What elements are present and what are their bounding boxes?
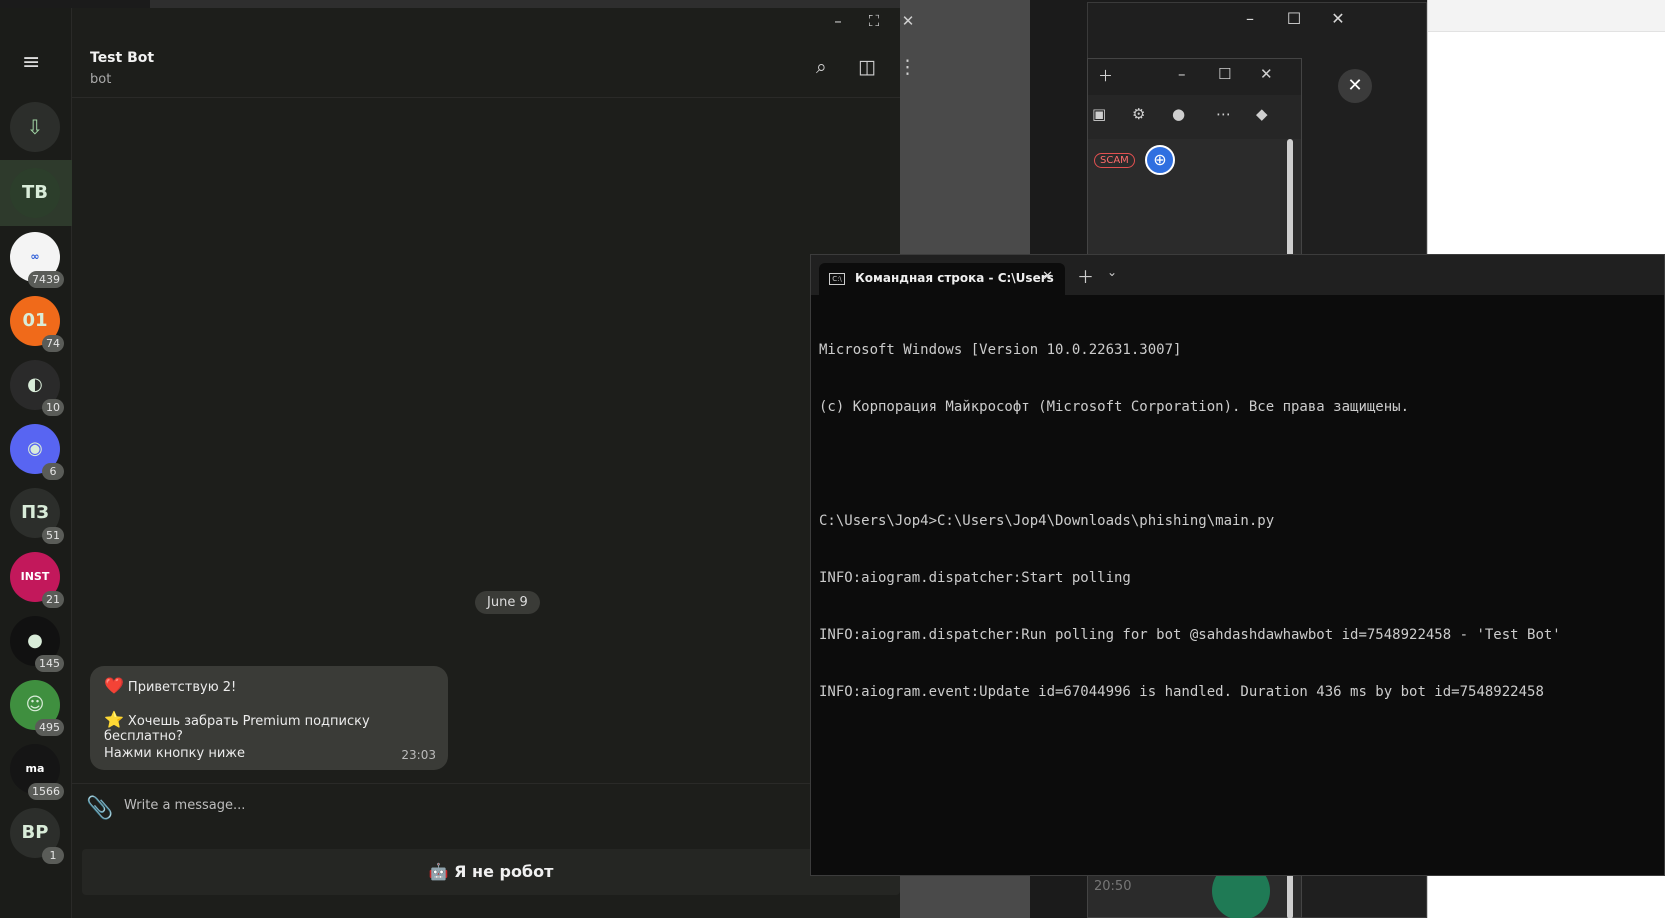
close-icon[interactable]: ✕: [1260, 65, 1273, 83]
console-line: INFO:aiogram.event:Update id=67044996 is…: [819, 684, 1544, 700]
chat-avatar[interactable]: INST 21: [10, 552, 64, 608]
minimize-icon[interactable]: –: [820, 12, 856, 30]
heart-icon: ❤️: [104, 676, 124, 695]
console-output[interactable]: Microsoft Windows [Version 10.0.22631.30…: [819, 303, 1561, 740]
tab-bar: C:\ Командная строка - C:\Users ✕ ＋ ⌄: [811, 255, 1664, 295]
more-icon[interactable]: ⋮: [898, 56, 917, 78]
maximize-icon[interactable]: ☐: [1272, 9, 1316, 28]
chat-avatar-label: ●: [27, 630, 43, 651]
unread-badge: 495: [35, 719, 64, 736]
attach-icon[interactable]: 📎: [86, 796, 113, 821]
sidebar-toggle-icon[interactable]: ◫: [858, 56, 876, 78]
chat-avatar-label: ∞: [30, 250, 40, 263]
message-composer: 📎: [72, 783, 900, 835]
globe-icon[interactable]: ⊕: [1145, 145, 1175, 175]
chat-sidebar: ≡ ⇩ TB ∞ 7439 01 74 ◐ 10 ◉ 6 ПЗ 51 INST 21 ● 145 ☺ 495 ma…: [0, 8, 72, 918]
chat-avatar-label: TB: [22, 182, 48, 203]
more-icon[interactable]: ⋯: [1216, 105, 1231, 123]
chat-avatar-label: ma: [25, 762, 45, 775]
chat-avatar[interactable]: TB: [10, 168, 60, 218]
chevron-down-icon[interactable]: ⌄: [1107, 265, 1117, 279]
chat-avatar[interactable]: ☺ 495: [10, 680, 64, 736]
extensions-icon[interactable]: ⚙: [1132, 105, 1145, 123]
console-line: Microsoft Windows [Version 10.0.22631.30…: [819, 342, 1182, 358]
chat-avatar[interactable]: ● 145: [10, 616, 64, 672]
chat-avatar-label: ПЗ: [21, 502, 49, 523]
message-input[interactable]: [124, 798, 764, 813]
unread-badge: 10: [42, 399, 64, 416]
message-bubble[interactable]: ❤️ Приветствую 2! ⭐ Хочешь забрать Premium…: [90, 666, 448, 770]
background-window-strip: [150, 0, 980, 8]
unread-badge: 1566: [28, 783, 64, 800]
chat-avatar-label: ◐: [27, 374, 43, 395]
new-tab-icon[interactable]: ＋: [1077, 263, 1094, 288]
telegram-window: – ⛶ ✕ ≡ ⇩ TB ∞ 7439 01 74 ◐ 10 ◉ 6 ПЗ 51 INST 21 ● 145…: [0, 8, 917, 918]
chat-avatar-label: ☺: [25, 694, 45, 715]
console-line: INFO:aiogram.dispatcher:Run polling for …: [819, 627, 1561, 643]
chat-avatar-label: INST: [20, 570, 50, 583]
copilot-icon[interactable]: ◆: [1256, 105, 1268, 123]
chat-avatar[interactable]: ma 1566: [10, 744, 64, 800]
unread-badge: 1: [42, 847, 64, 864]
screenshot-icon[interactable]: ▣: [1092, 105, 1106, 123]
minimize-icon[interactable]: –: [1178, 65, 1186, 83]
menu-icon[interactable]: ≡: [22, 50, 40, 75]
profile-avatar[interactable]: ●: [1172, 105, 1185, 123]
chat-avatar[interactable]: BP 1: [10, 808, 64, 864]
scam-badge: SCAM: [1094, 153, 1135, 168]
console-line: C:\Users\Jop4>C:\Users\Jop4\Downloads\ph…: [819, 513, 1275, 529]
unread-badge: 145: [35, 655, 64, 672]
tab-title: Командная строка - C:\Users: [855, 271, 1054, 285]
chat-avatar-label: ◉: [27, 438, 43, 459]
message-line: Нажми кнопку ниже: [104, 746, 245, 761]
console-line: INFO:aiogram.dispatcher:Start polling: [819, 570, 1131, 586]
unread-badge: 74: [42, 335, 64, 352]
chat-avatar-label: 01: [22, 310, 48, 331]
chat-avatar[interactable]: ◉ 6: [10, 424, 64, 480]
bot-keyboard-button[interactable]: 🤖 Я не робот: [82, 849, 900, 895]
unread-badge: 7439: [28, 271, 64, 288]
chat-title: Test Bot: [90, 50, 155, 66]
unread-badge: 21: [42, 591, 64, 608]
tab-command-prompt[interactable]: C:\ Командная строка - C:\Users ✕: [819, 263, 1065, 295]
archive-icon[interactable]: ⇩: [10, 102, 60, 152]
terminal-icon: C:\: [829, 273, 845, 285]
star-icon: ⭐: [104, 710, 124, 729]
close-icon[interactable]: ✕: [1316, 9, 1360, 28]
message-line: ⭐ Хочешь забрать Premium подписку бесплат…: [104, 710, 370, 744]
titlebar: – ⛶ ✕: [0, 8, 914, 38]
unread-badge: 6: [42, 463, 64, 480]
chat-avatar-label: BP: [21, 822, 49, 843]
faded-timestamp: 20:50: [1094, 879, 1132, 894]
search-icon[interactable]: ⌕: [816, 56, 827, 78]
message-line: ❤️ Приветствую 2!: [104, 676, 237, 695]
message-time: 23:03: [401, 748, 436, 762]
console-line: (c) Корпорация Майкрософт (Microsoft Cor…: [819, 399, 1410, 415]
chat-avatar[interactable]: 01 74: [10, 296, 64, 352]
unread-badge: 51: [42, 527, 64, 544]
maximize-icon[interactable]: ☐: [1218, 65, 1231, 83]
chat-header[interactable]: Test Bot bot ⌕ ◫ ⋮: [72, 38, 917, 98]
chat-avatar[interactable]: ПЗ 51: [10, 488, 64, 544]
chat-avatar[interactable]: ∞ 7439: [10, 232, 64, 288]
command-prompt-window: C:\ Командная строка - C:\Users ✕ ＋ ⌄ Mi…: [810, 254, 1665, 876]
new-tab-icon[interactable]: ＋: [1098, 65, 1113, 86]
minimize-icon[interactable]: –: [1228, 9, 1272, 28]
close-icon[interactable]: ✕: [890, 12, 926, 30]
chat-subtitle: bot: [90, 72, 112, 87]
close-overlay-icon[interactable]: ✕: [1338, 69, 1372, 103]
chat-avatar[interactable]: ◐ 10: [10, 360, 64, 416]
date-separator: June 9: [475, 591, 540, 614]
close-tab-icon[interactable]: ✕: [1042, 269, 1053, 284]
fullscreen-icon[interactable]: ⛶: [856, 12, 892, 30]
